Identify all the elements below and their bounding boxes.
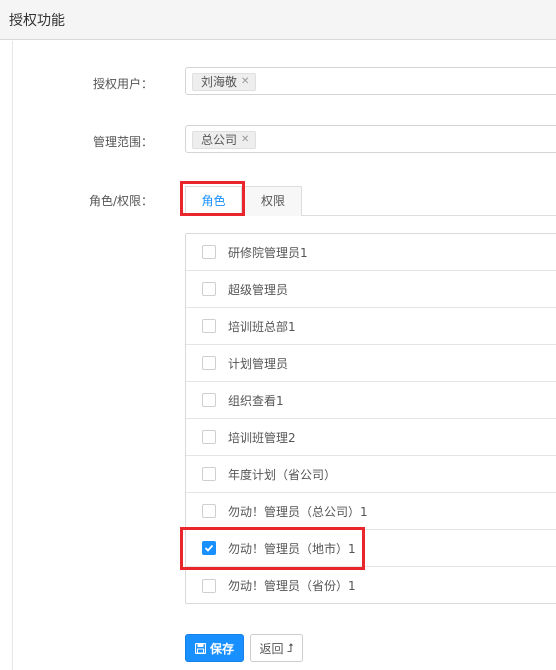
role-perm-tabs: 角色 权限 [185, 183, 556, 216]
tab-permission[interactable]: 权限 [244, 186, 302, 216]
role-label: 培训班总部1 [228, 319, 296, 334]
role-checkbox[interactable] [202, 282, 216, 296]
role-label: 年度计划（省公司） [228, 467, 337, 482]
save-icon [194, 642, 206, 654]
check-icon [204, 544, 214, 552]
role-label: 勿动！管理员（地市）1 [228, 541, 356, 556]
remove-user-icon[interactable]: ✕ [241, 74, 249, 90]
page-title: 授权功能 [9, 13, 65, 29]
save-label: 保存 [209, 641, 234, 656]
save-button[interactable]: 保存 [185, 634, 244, 662]
role-checkbox[interactable] [202, 578, 216, 593]
page-header: 授权功能 [0, 0, 556, 40]
role-perm-label: 角色/权限： [88, 194, 153, 208]
scope-tag: 总公司 ✕ [192, 131, 257, 149]
role-list: 研修院管理员1 超级管理员培训班总部1 计划管理员组织查看1 培训班管理2 年度计划（省… [185, 233, 556, 604]
role-label: 组织查看1 [228, 393, 284, 408]
role-row[interactable]: 勿动！管理员（总公司）1 [186, 493, 556, 530]
role-checkbox[interactable] [202, 393, 216, 407]
return-icon: ⮥ [286, 640, 294, 655]
back-label: 返回 [259, 641, 284, 656]
role-checkbox[interactable] [202, 430, 216, 444]
scope-tag-label: 总公司 [201, 133, 238, 147]
role-row[interactable]: 研修院管理员1 [186, 234, 556, 271]
role-checkbox[interactable] [202, 356, 216, 370]
tab-role[interactable]: 角色 [185, 186, 242, 216]
remove-scope-icon[interactable]: ✕ [241, 132, 249, 148]
scope-label: 管理范围： [92, 135, 153, 149]
role-row[interactable]: 勿动！管理员（省份）1 [186, 567, 556, 604]
role-label: 研修院管理员1 [228, 245, 308, 260]
back-button[interactable]: 返回 ⮥ [250, 634, 303, 662]
user-label: 授权用户： [92, 77, 153, 91]
role-row[interactable]: 年度计划（省公司） [186, 456, 556, 493]
role-row[interactable]: 勿动！管理员（地市）1 [186, 530, 556, 567]
role-checkbox[interactable] [202, 467, 216, 481]
user-select[interactable]: 刘海敬 ✕ [185, 67, 556, 95]
role-label: 勿动！管理员（省份）1 [228, 579, 356, 593]
role-checkbox[interactable] [202, 541, 216, 555]
role-label: 计划管理员 [228, 356, 289, 371]
role-row[interactable]: 超级管理员 [186, 271, 556, 308]
role-row[interactable]: 组织查看1 [186, 382, 556, 419]
role-row[interactable]: 计划管理员 [186, 345, 556, 382]
user-tag-label: 刘海敬 [201, 75, 238, 89]
role-label: 勿动！管理员（总公司）1 [228, 504, 368, 519]
scope-select[interactable]: 总公司 ✕ [185, 125, 556, 153]
role-checkbox[interactable] [202, 245, 216, 259]
role-row[interactable]: 培训班管理2 [186, 419, 556, 456]
role-label: 培训班管理2 [228, 430, 296, 445]
role-label: 超级管理员 [228, 282, 289, 297]
role-checkbox[interactable] [202, 319, 216, 333]
role-row[interactable]: 培训班总部1 [186, 308, 556, 345]
role-checkbox[interactable] [202, 504, 216, 518]
user-tag: 刘海敬 ✕ [192, 73, 257, 91]
